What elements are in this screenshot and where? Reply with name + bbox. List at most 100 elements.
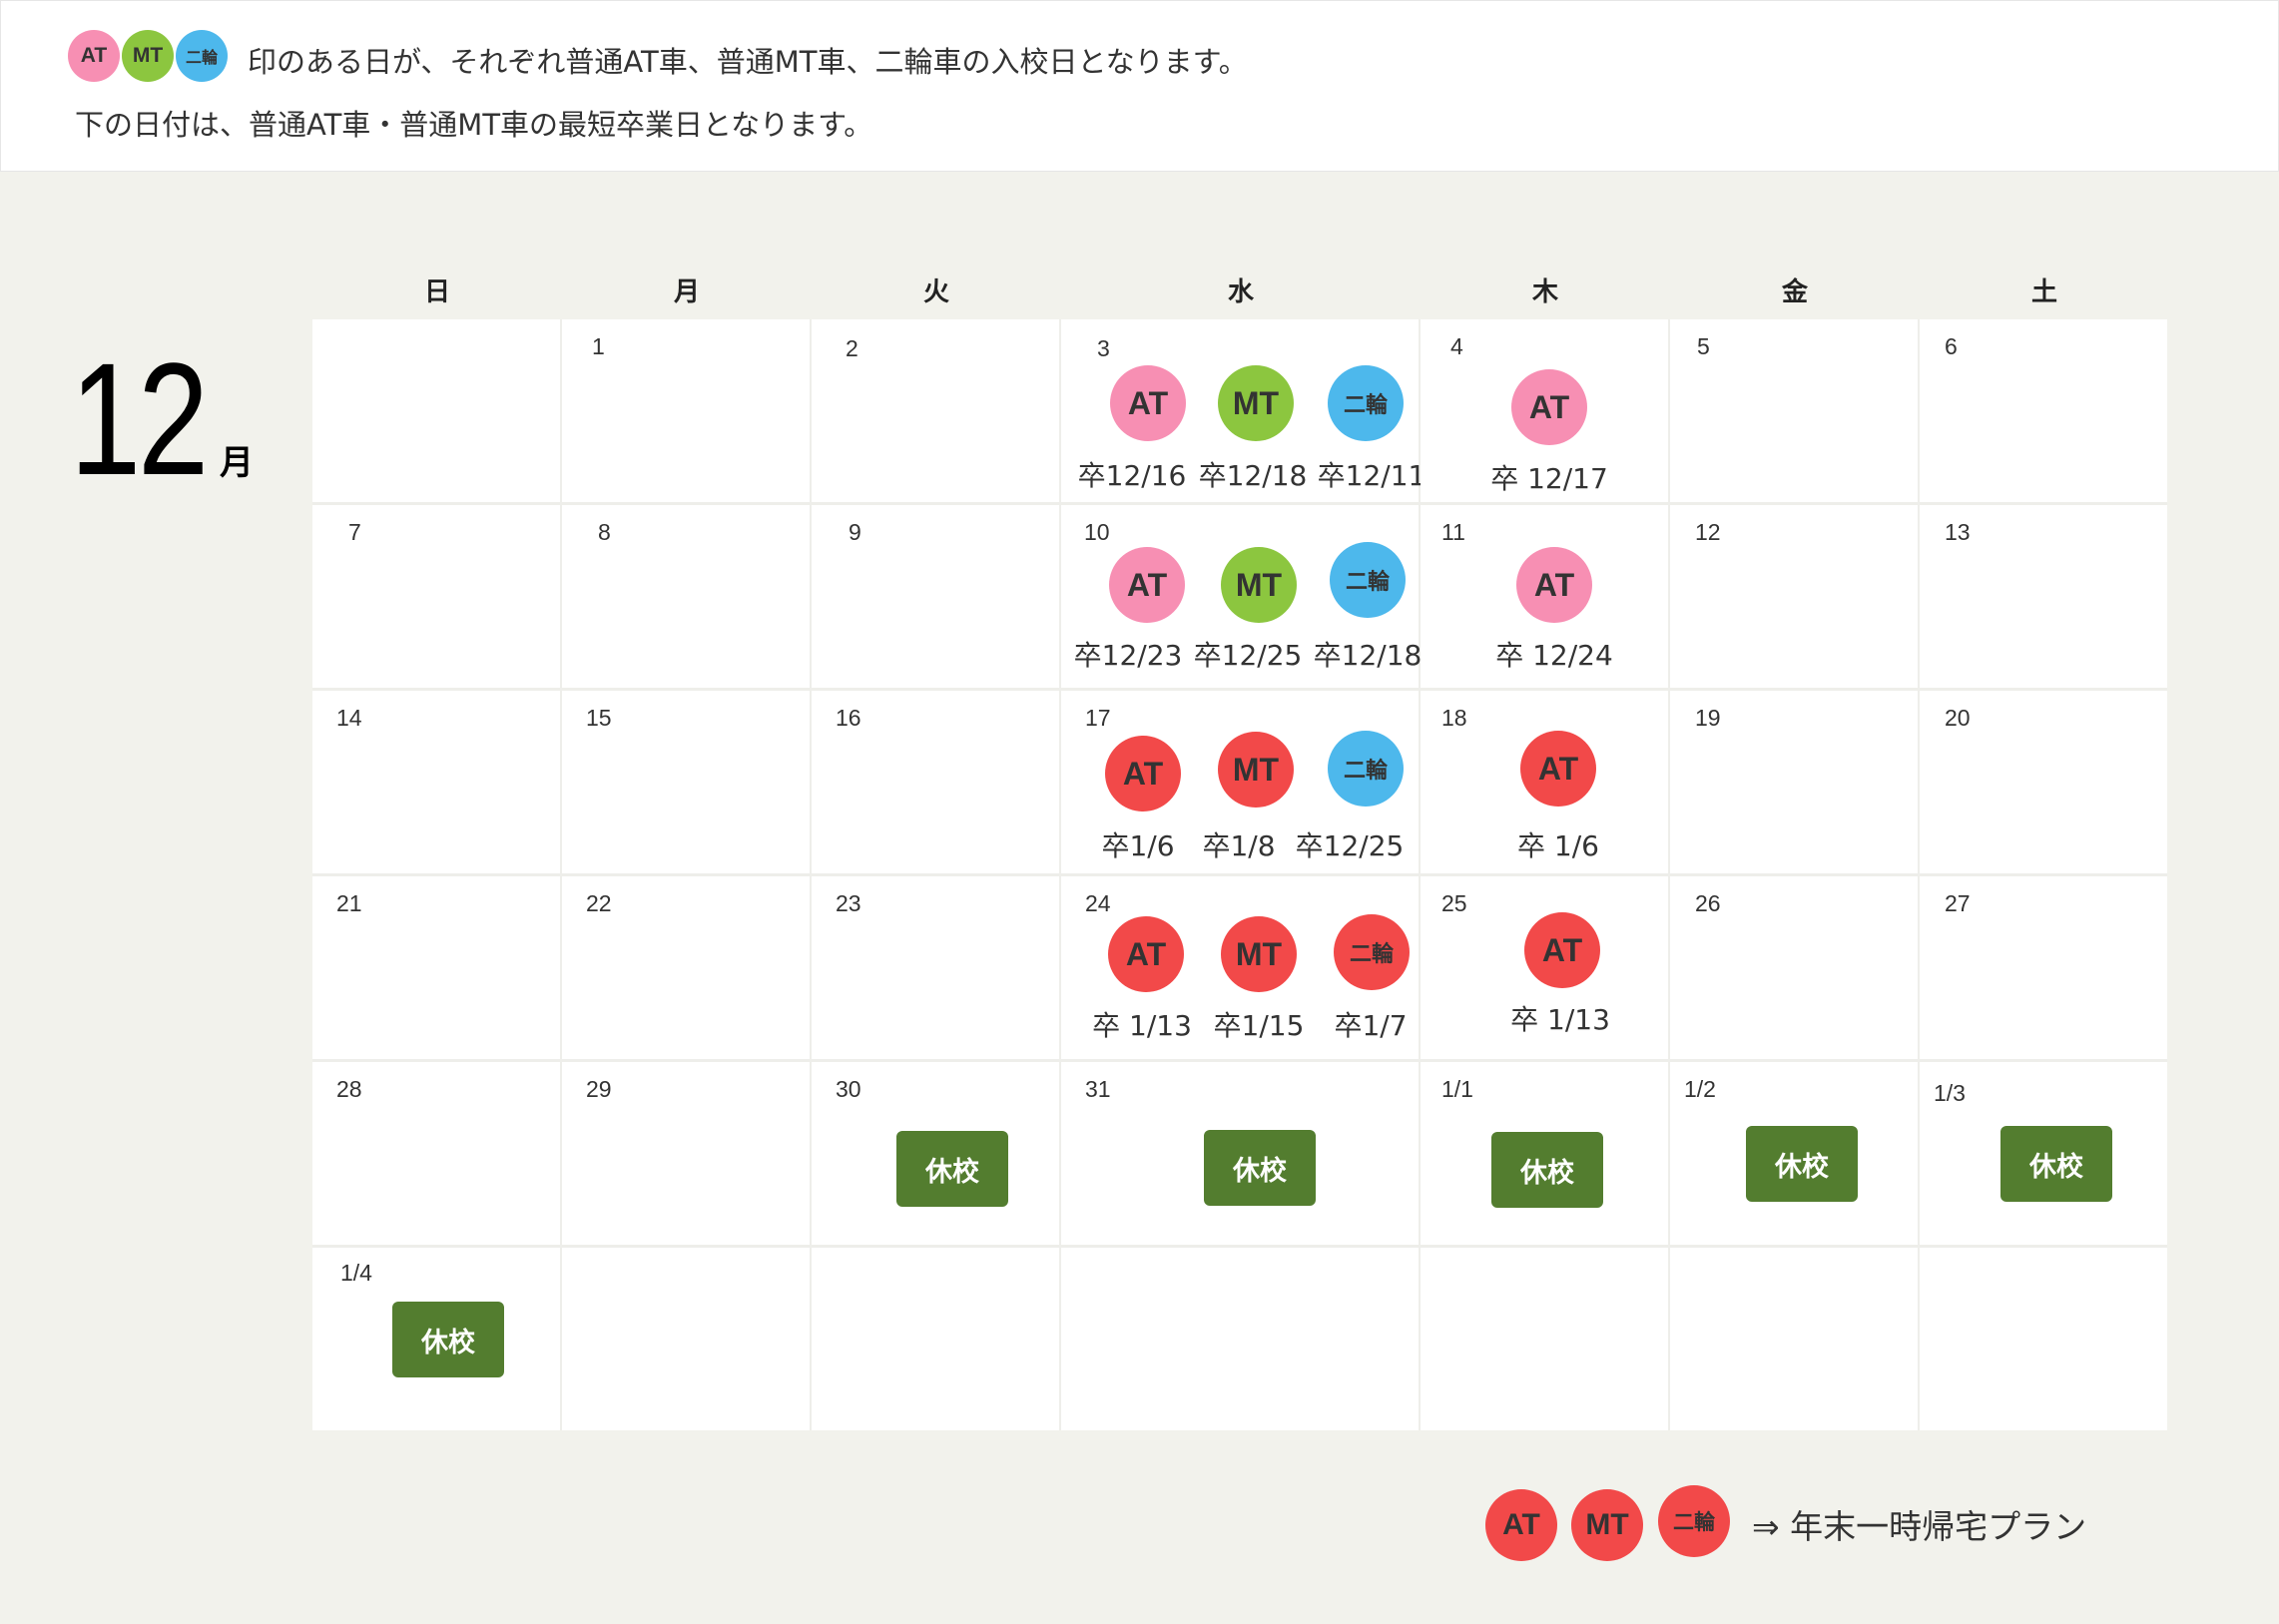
- day-number: 31: [1085, 1076, 1111, 1102]
- mt-badge: MT: [1218, 365, 1294, 441]
- nirin-badge: 二輪: [176, 30, 228, 82]
- day-cell: [1670, 1248, 1918, 1430]
- day-cell: 8: [562, 505, 810, 688]
- nirin-badge: 二輪: [1330, 542, 1406, 618]
- at-graduation-date: 卒12/23: [1073, 639, 1183, 672]
- day-number: 4: [1450, 333, 1463, 359]
- day-cell: [812, 1248, 1059, 1430]
- holiday-badge: 休校: [896, 1131, 1008, 1207]
- mt-badge: MT: [122, 30, 174, 82]
- day-cell: [1421, 1248, 1668, 1430]
- day-cell: 17 AT MT 二輪 卒1/6 卒1/8 卒12/25: [1061, 691, 1419, 873]
- at-badge: AT: [1105, 736, 1181, 812]
- at-badge: AT: [1110, 365, 1186, 441]
- day-number: 1/3: [1934, 1080, 1966, 1106]
- intro-text-2: 下の日付は、普通AT車・普通MT車の最短卒業日となります。: [75, 108, 873, 142]
- nirin-graduation-date: 卒12/11: [1317, 459, 1426, 492]
- holiday-badge: 休校: [392, 1302, 504, 1377]
- day-cell: 4 AT 卒 12/17: [1421, 319, 1668, 502]
- month-unit: 月: [220, 443, 254, 483]
- day-cell: 29: [562, 1062, 810, 1245]
- at-badge: AT: [1524, 912, 1600, 988]
- legend-header: AT MT 二輪 印のある日が、それぞれ普通AT車、普通MT車、二輪車の入校日と…: [0, 0, 2279, 172]
- day-cell: 3 AT MT 二輪 卒12/16 卒12/18 卒12/11: [1061, 319, 1425, 502]
- mt-badge: MT: [1218, 732, 1294, 808]
- day-cell: 23: [812, 876, 1059, 1059]
- day-cell: 9: [812, 505, 1059, 688]
- nirin-graduation-date: 卒1/7: [1334, 1009, 1408, 1042]
- mt-badge: MT: [1571, 1489, 1643, 1561]
- at-badge: AT: [1516, 547, 1592, 623]
- at-graduation-date: 卒 1/13: [1510, 1003, 1610, 1036]
- nirin-badge: 二輪: [1328, 731, 1404, 807]
- day-number: 22: [586, 890, 612, 916]
- at-graduation-date: 卒1/6: [1101, 829, 1175, 862]
- day-cell: [562, 1248, 810, 1430]
- day-cell: 1: [562, 319, 810, 502]
- at-badge: AT: [68, 30, 120, 82]
- day-cell: 27: [1920, 876, 2167, 1059]
- day-number: 21: [336, 890, 362, 916]
- at-graduation-date: 卒 12/17: [1490, 462, 1608, 495]
- at-graduation-date: 卒 1/6: [1517, 829, 1599, 862]
- nirin-badge: 二輪: [1658, 1485, 1730, 1557]
- day-number: 13: [1945, 519, 1971, 545]
- day-number: 8: [598, 519, 611, 545]
- day-cell: 11 AT 卒 12/24: [1421, 505, 1668, 688]
- day-cell: 18 AT 卒 1/6: [1421, 691, 1668, 873]
- day-cell: 24 AT MT 二輪 卒 1/13 卒1/15 卒1/7: [1061, 876, 1419, 1059]
- day-cell: 15: [562, 691, 810, 873]
- mt-badge: MT: [1221, 547, 1297, 623]
- day-number: 16: [836, 705, 861, 731]
- nirin-badge: 二輪: [1328, 365, 1404, 441]
- at-badge: AT: [1485, 1489, 1557, 1561]
- day-number: 14: [336, 705, 362, 731]
- at-graduation-date: 卒 1/13: [1092, 1009, 1192, 1042]
- day-number: 2: [846, 335, 858, 361]
- day-number: 17: [1085, 705, 1111, 731]
- day-number: 5: [1697, 333, 1710, 359]
- holiday-badge: 休校: [2000, 1126, 2112, 1202]
- day-cell: 31 休校: [1061, 1062, 1419, 1245]
- month-number: 12: [70, 329, 209, 508]
- day-number: 11: [1441, 519, 1465, 545]
- day-number: 1/2: [1684, 1076, 1716, 1102]
- day-cell: 19: [1670, 691, 1918, 873]
- day-number: 1: [592, 333, 605, 359]
- day-cell: [1920, 1248, 2167, 1430]
- day-cell: 14: [312, 691, 560, 873]
- at-badge: AT: [1520, 731, 1596, 807]
- day-number: 3: [1097, 335, 1110, 361]
- day-cell: 12: [1670, 505, 1918, 688]
- weekday-wed: 水: [1227, 277, 1255, 307]
- day-cell: 20: [1920, 691, 2167, 873]
- legend-badges: AT MT 二輪: [68, 30, 230, 82]
- day-number: 19: [1695, 705, 1721, 731]
- year-end-plan-label: ⇒ 年末一時帰宅プラン: [1752, 1507, 2087, 1546]
- day-number: 24: [1085, 890, 1111, 916]
- weekday-sat: 土: [2030, 277, 2058, 307]
- nirin-graduation-date: 卒12/25: [1295, 829, 1405, 862]
- day-number: 26: [1695, 890, 1721, 916]
- day-number: 29: [586, 1076, 612, 1102]
- day-cell: 26: [1670, 876, 1918, 1059]
- day-cell: [312, 319, 560, 502]
- intro-text-1: 印のある日が、それぞれ普通AT車、普通MT車、二輪車の入校日となります。: [248, 45, 1248, 79]
- day-cell: 30 休校: [812, 1062, 1059, 1245]
- day-cell: 1/2 休校: [1670, 1062, 1918, 1245]
- day-number: 7: [348, 519, 361, 545]
- mt-badge: MT: [1221, 916, 1297, 992]
- day-number: 23: [836, 890, 861, 916]
- calendar-grid: 1 2 3 AT MT 二輪 卒12/16 卒12/18 卒12/11 4 AT…: [312, 319, 2167, 1430]
- day-cell: 16: [812, 691, 1059, 873]
- day-cell: 25 AT 卒 1/13: [1421, 876, 1668, 1059]
- day-cell: [1061, 1248, 1419, 1430]
- at-graduation-date: 卒12/16: [1077, 459, 1187, 492]
- day-number: 28: [336, 1076, 362, 1102]
- day-number: 15: [586, 705, 612, 731]
- holiday-badge: 休校: [1491, 1132, 1603, 1208]
- day-number: 27: [1945, 890, 1971, 916]
- mt-graduation-date: 卒12/25: [1193, 639, 1303, 672]
- day-number: 9: [849, 519, 861, 545]
- day-cell: 7: [312, 505, 560, 688]
